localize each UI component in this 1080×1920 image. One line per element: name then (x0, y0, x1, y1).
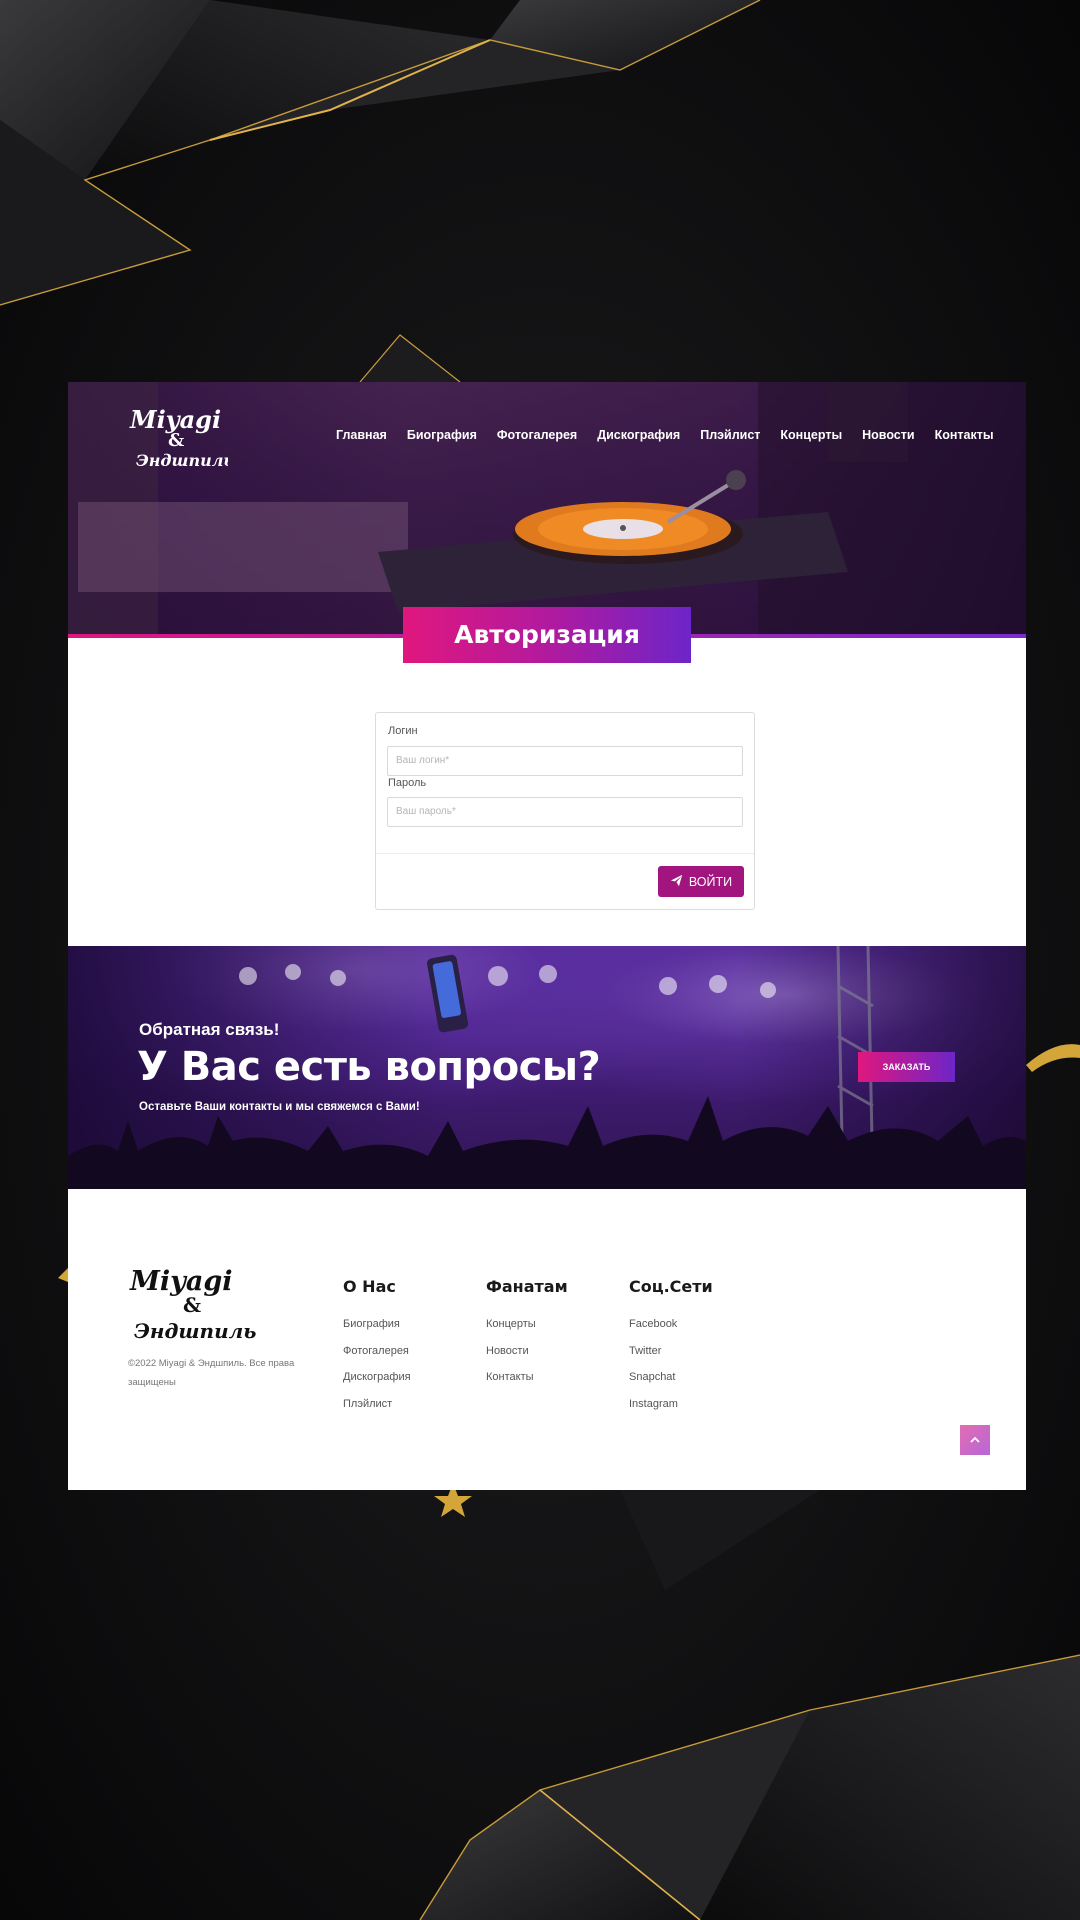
footer-link-snapchat[interactable]: Snapchat (629, 1371, 713, 1386)
footer-logo-line1: Miyagi (129, 1266, 232, 1297)
nav-item-news[interactable]: Новости (852, 428, 924, 442)
footer-column-title: О Нас (343, 1277, 396, 1296)
login-input[interactable]: Ваш логин* (387, 746, 743, 776)
nav-item-discography[interactable]: Дискография (587, 428, 690, 442)
footer-logo-ampersand: & (183, 1293, 201, 1317)
page-title: Авторизация (403, 607, 691, 663)
footer-link-contacts[interactable]: Контакты (486, 1371, 568, 1386)
logo-ampersand: & (168, 430, 184, 451)
chevron-up-icon (969, 1431, 981, 1449)
footer-column-about: О Нас Биография Фотогалерея Дискография … (343, 1277, 411, 1424)
logo-text-line2: Эндшпиль (136, 451, 228, 470)
login-submit-label: ВОЙТИ (688, 874, 733, 889)
footer-link-instagram[interactable]: Instagram (629, 1398, 713, 1413)
password-label: Пароль (388, 777, 427, 789)
form-divider (376, 853, 754, 854)
login-submit-button[interactable]: ВОЙТИ (658, 866, 744, 897)
nav-item-concerts[interactable]: Концерты (770, 428, 852, 442)
footer-link-gallery[interactable]: Фотогалерея (343, 1345, 411, 1360)
footer-logo-line2: Эндшпиль (134, 1319, 256, 1343)
footer-column-title: Соц.Сети (629, 1277, 713, 1296)
footer-column-social: Соц.Сети Facebook Twitter Snapchat Insta… (629, 1277, 713, 1424)
footer-link-playlist[interactable]: Плэйлист (343, 1398, 411, 1413)
footer-column-fans: Фанатам Концерты Новости Контакты (486, 1277, 568, 1398)
footer-link-facebook[interactable]: Facebook (629, 1318, 713, 1333)
nav-item-home[interactable]: Главная (326, 428, 397, 442)
footer-column-title: Фанатам (486, 1277, 568, 1296)
nav-item-playlist[interactable]: Плэйлист (690, 428, 770, 442)
footer-link-news[interactable]: Новости (486, 1345, 568, 1360)
footer-link-concerts[interactable]: Концерты (486, 1318, 568, 1333)
brand-logo[interactable]: Miyagi & Эндшпиль (128, 400, 234, 480)
nav-item-gallery[interactable]: Фотогалерея (487, 428, 587, 442)
feedback-subtitle: Обратная связь! (139, 1020, 280, 1039)
main-nav: Главная Биография Фотогалерея Дискографи… (326, 428, 1004, 442)
site-card: Miyagi & Эндшпиль Главная Биография Фото… (68, 382, 1026, 1490)
order-button[interactable]: ЗАКАЗАТЬ (858, 1052, 955, 1082)
footer-link-biography[interactable]: Биография (343, 1318, 411, 1333)
copyright-text: ©2022 Miyagi & Эндшпиль. Все права защищ… (128, 1358, 295, 1388)
footer-link-twitter[interactable]: Twitter (629, 1345, 713, 1360)
login-form: Логин Ваш логин* Пароль Ваш пароль* ВОЙТ… (375, 712, 755, 910)
paper-plane-icon (670, 874, 683, 890)
scroll-top-button[interactable] (960, 1425, 990, 1455)
hero-header: Miyagi & Эндшпиль Главная Биография Фото… (68, 382, 1026, 638)
footer-logo[interactable]: Miyagi & Эндшпиль (128, 1262, 258, 1362)
feedback-banner: Обратная связь! У Вас есть вопросы? Оста… (68, 946, 1026, 1189)
nav-item-contacts[interactable]: Контакты (925, 428, 1004, 442)
feedback-text: Оставьте Ваши контакты и мы свяжемся с В… (139, 1101, 420, 1113)
password-input[interactable]: Ваш пароль* (387, 797, 743, 827)
feedback-title: У Вас есть вопросы? (137, 1044, 601, 1090)
nav-item-biography[interactable]: Биография (397, 428, 487, 442)
login-label: Логин (388, 725, 418, 737)
footer-link-discography[interactable]: Дискография (343, 1371, 411, 1386)
